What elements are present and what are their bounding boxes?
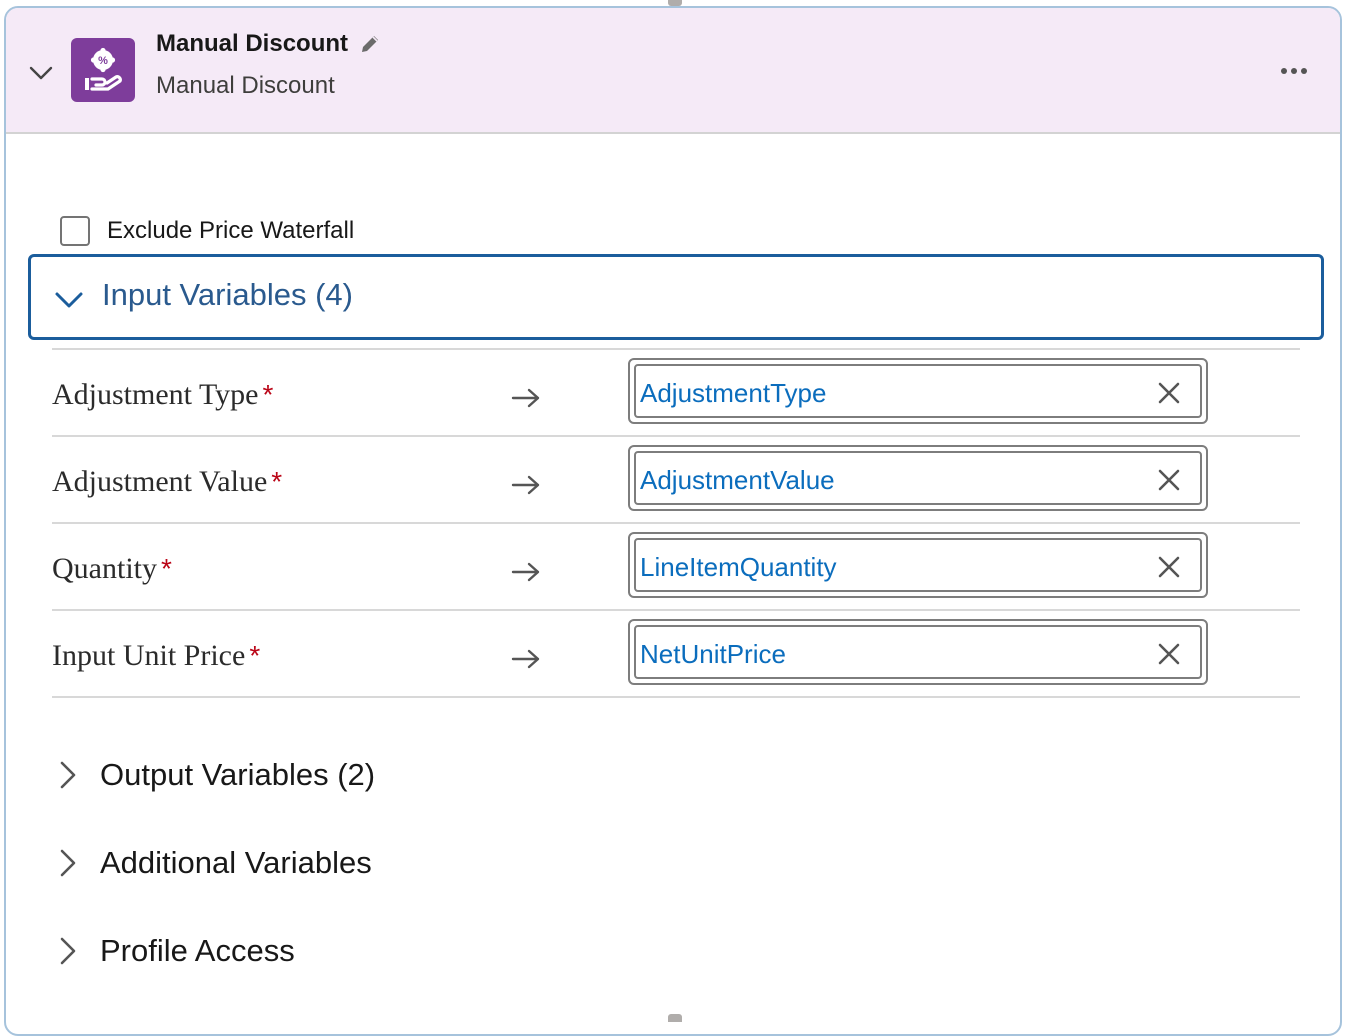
field-inner-border: AdjustmentType <box>634 364 1202 418</box>
section-label: Profile Access <box>100 933 295 968</box>
exclude-price-waterfall-checkbox[interactable] <box>60 216 90 246</box>
element-card: % Manual Discount Manual Discount Exclud… <box>4 6 1342 1036</box>
table-row: Input Unit Price * NetUnitPrice <box>52 609 1300 698</box>
exclude-price-waterfall-row: Exclude Price Waterfall <box>60 216 354 246</box>
variable-value-field[interactable]: AdjustmentType <box>628 358 1208 424</box>
chevron-down-icon <box>55 292 83 308</box>
variable-label: Adjustment Value * <box>52 465 283 498</box>
chevron-down-icon[interactable] <box>28 60 54 86</box>
field-inner-border: LineItemQuantity <box>634 538 1202 592</box>
connector-bottom <box>668 1014 682 1022</box>
required-marker: * <box>271 466 283 497</box>
pencil-icon[interactable] <box>358 32 382 56</box>
variable-label: Quantity * <box>52 552 172 585</box>
input-variables-title: Input Variables (4) <box>102 277 353 312</box>
title-row: Manual Discount <box>156 30 382 58</box>
arrow-right-icon <box>511 649 540 669</box>
input-variables-header[interactable]: Input Variables (4) <box>28 254 1324 340</box>
section-label: Additional Variables <box>100 845 372 880</box>
output-variables-section[interactable]: Output Variables (2) <box>52 750 375 800</box>
required-marker: * <box>161 553 172 584</box>
close-icon[interactable] <box>1156 380 1182 406</box>
close-icon[interactable] <box>1156 554 1182 580</box>
variable-value: LineItemQuantity <box>640 552 837 582</box>
required-marker: * <box>262 379 274 410</box>
element-header: % Manual Discount Manual Discount <box>6 8 1340 134</box>
exclude-price-waterfall-label: Exclude Price Waterfall <box>107 217 355 244</box>
more-actions-icon[interactable] <box>1270 56 1318 86</box>
arrow-right-icon <box>511 388 540 408</box>
chevron-right-icon <box>60 937 76 965</box>
arrow-right-icon <box>511 475 540 495</box>
variable-label: Adjustment Type * <box>52 378 274 411</box>
chevron-right-icon <box>60 849 76 877</box>
profile-access-section[interactable]: Profile Access <box>52 926 295 976</box>
variable-value-field[interactable]: LineItemQuantity <box>628 532 1208 598</box>
element-title: Manual Discount <box>156 30 349 57</box>
arrow-right-icon <box>511 562 540 582</box>
discount-hand-icon: % <box>71 38 135 102</box>
element-subtitle: Manual Discount <box>156 72 335 99</box>
variable-value: NetUnitPrice <box>640 639 786 669</box>
table-row: Adjustment Type * AdjustmentType <box>52 348 1300 435</box>
variable-value-field[interactable]: AdjustmentValue <box>628 445 1208 511</box>
variable-value: AdjustmentValue <box>640 465 835 495</box>
input-variables-table: Adjustment Type * AdjustmentType Adjustme… <box>52 348 1300 698</box>
required-marker: * <box>249 640 261 671</box>
field-inner-border: AdjustmentValue <box>634 451 1202 505</box>
variable-value: AdjustmentType <box>640 378 827 408</box>
chevron-right-icon <box>60 761 76 789</box>
variable-value-field[interactable]: NetUnitPrice <box>628 619 1208 685</box>
additional-variables-section[interactable]: Additional Variables <box>52 838 372 888</box>
section-label: Output Variables (2) <box>100 757 376 792</box>
svg-text:%: % <box>98 55 108 67</box>
table-row: Adjustment Value * AdjustmentValue <box>52 435 1300 522</box>
table-row: Quantity * LineItemQuantity <box>52 522 1300 609</box>
close-icon[interactable] <box>1156 641 1182 667</box>
variable-label: Input Unit Price * <box>52 639 261 672</box>
field-inner-border: NetUnitPrice <box>634 625 1202 679</box>
close-icon[interactable] <box>1156 467 1182 493</box>
